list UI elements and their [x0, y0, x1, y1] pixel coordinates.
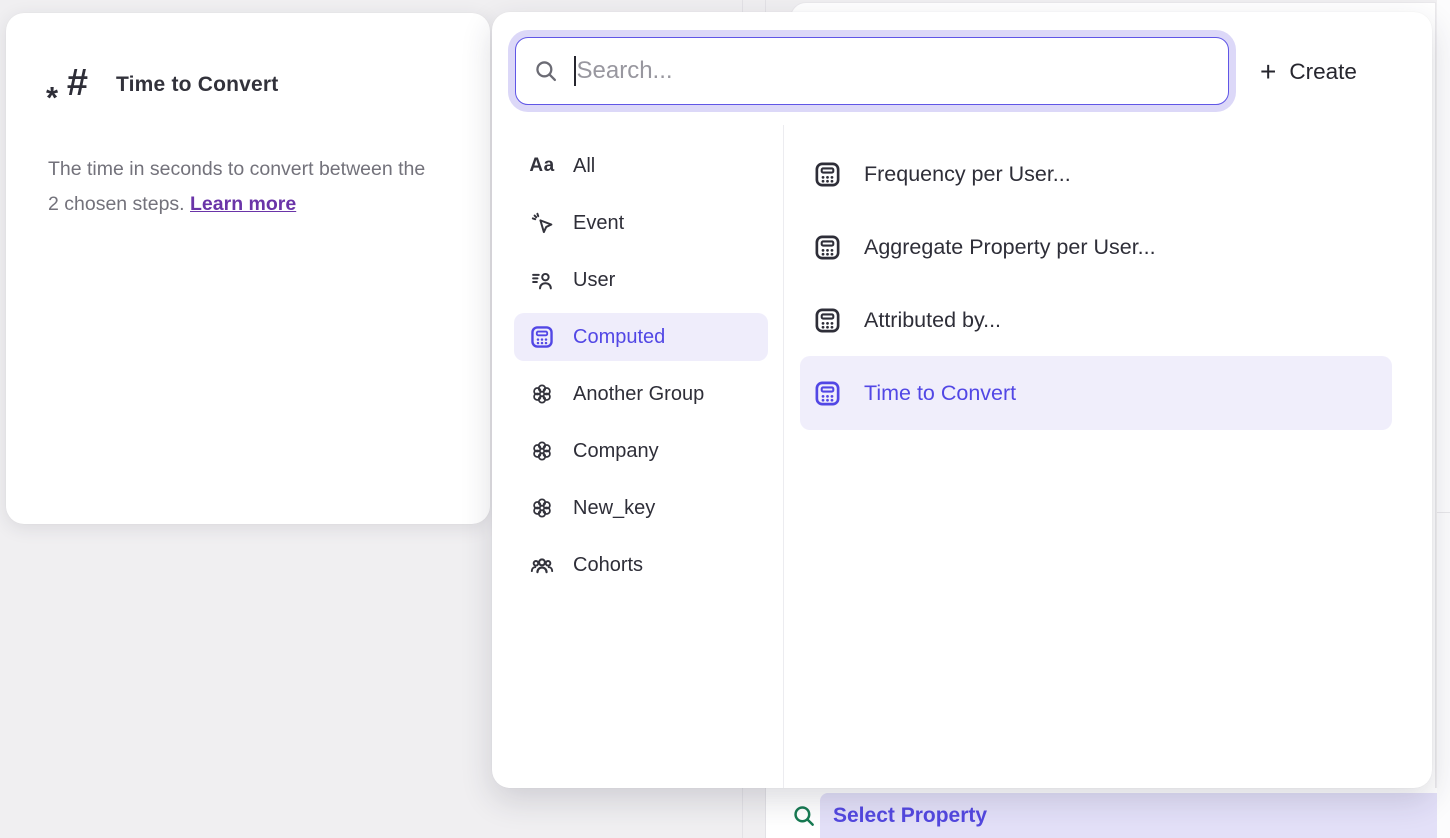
- search-field[interactable]: [515, 37, 1229, 105]
- result-aggregate-property-per-user[interactable]: Aggregate Property per User...: [800, 223, 1392, 271]
- text-format-icon: Aa: [528, 153, 556, 179]
- background-right-strip: [1437, 0, 1450, 838]
- calculator-icon: [813, 160, 842, 189]
- property-tooltip-card: # * Time to Convert The time in seconds …: [6, 13, 490, 524]
- calculator-icon: [813, 306, 842, 335]
- select-property-label: Select Property: [833, 804, 987, 828]
- search-icon: [533, 58, 559, 84]
- calculator-icon: [528, 324, 556, 350]
- search-input[interactable]: [577, 57, 1212, 85]
- results-list: Frequency per User... Aggregate Property…: [800, 150, 1392, 455]
- category-company[interactable]: Company: [514, 427, 768, 475]
- learn-more-link[interactable]: Learn more: [190, 193, 296, 215]
- category-new-key[interactable]: New_key: [514, 484, 768, 532]
- result-frequency-per-user[interactable]: Frequency per User...: [800, 150, 1392, 198]
- picker-column-divider: [783, 125, 784, 788]
- select-property-field[interactable]: Select Property: [820, 793, 1437, 838]
- calculator-icon: [813, 233, 842, 262]
- tooltip-description: The time in seconds to convert between t…: [48, 152, 440, 222]
- search-focus-ring: [508, 30, 1236, 112]
- calculator-icon: [813, 379, 842, 408]
- result-time-to-convert[interactable]: Time to Convert: [800, 356, 1392, 430]
- cohort-people-icon: [528, 552, 556, 578]
- category-all[interactable]: Aa All: [514, 142, 768, 190]
- text-cursor: [574, 56, 576, 86]
- group-flower-icon: [528, 381, 556, 407]
- result-attributed-by[interactable]: Attributed by...: [800, 296, 1392, 344]
- computed-number-property-icon: # *: [48, 61, 88, 109]
- plus-icon: +: [1260, 58, 1276, 86]
- tooltip-title: Time to Convert: [116, 73, 278, 97]
- category-cohorts[interactable]: Cohorts: [514, 541, 768, 589]
- create-button-label: Create: [1289, 59, 1357, 85]
- create-button[interactable]: + Create: [1260, 50, 1357, 94]
- category-event[interactable]: Event: [514, 199, 768, 247]
- category-computed[interactable]: Computed: [514, 313, 768, 361]
- category-user[interactable]: User: [514, 256, 768, 304]
- category-list: Aa All Event User: [514, 142, 768, 589]
- group-flower-icon: [528, 438, 556, 464]
- group-flower-icon: [528, 495, 556, 521]
- property-picker-dropdown: + Create Aa All Event: [492, 12, 1432, 788]
- user-list-icon: [528, 267, 556, 293]
- cursor-click-icon: [528, 210, 556, 236]
- search-icon: [791, 803, 817, 829]
- background-strip-divider: [1437, 512, 1450, 513]
- category-another-group[interactable]: Another Group: [514, 370, 768, 418]
